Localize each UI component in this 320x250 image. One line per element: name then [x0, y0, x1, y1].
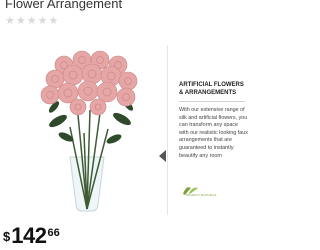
- star-icon: ★: [37, 15, 48, 27]
- info-card: ARTIFICIAL FLOWERS & ARRANGEMENTS With o…: [167, 45, 250, 215]
- price: $ 142 66: [3, 225, 60, 247]
- product-gallery[interactable]: ARTIFICIAL FLOWERS & ARRANGEMENTS With o…: [0, 45, 250, 215]
- product-image[interactable]: [30, 45, 148, 215]
- brand-logo: [183, 187, 198, 195]
- divider: [179, 101, 245, 102]
- product-title: Flower Arrangement: [5, 0, 123, 11]
- price-cents: 66: [47, 227, 60, 239]
- star-icon: ★: [48, 15, 59, 27]
- star-icon: ★: [15, 15, 26, 27]
- gallery-prev-button[interactable]: [157, 149, 169, 163]
- info-card-body: With our extensive range of silk and art…: [179, 107, 248, 159]
- price-currency: $: [3, 229, 11, 244]
- star-icon: ★: [5, 15, 15, 27]
- chevron-left-icon: [159, 150, 166, 162]
- brand-name: NEARLY NATURAL: [186, 193, 217, 197]
- star-icon: ★: [26, 15, 37, 27]
- rating-stars[interactable]: ★ ★ ★ ★ ★: [5, 15, 58, 27]
- info-card-title: ARTIFICIAL FLOWERS & ARRANGEMENTS: [179, 82, 244, 96]
- price-dollars: 142: [11, 223, 47, 248]
